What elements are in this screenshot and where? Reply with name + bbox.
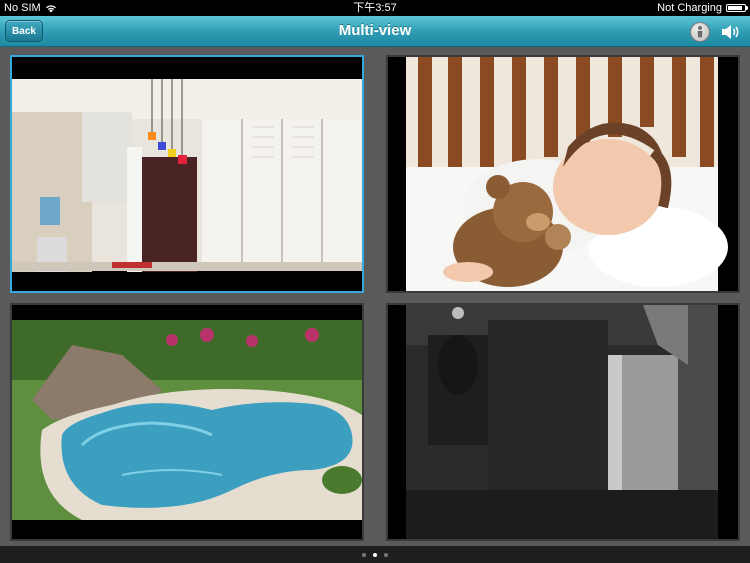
charging-label: Not Charging: [657, 2, 722, 14]
pool-camera-image: [12, 305, 362, 539]
status-right: Not Charging: [657, 0, 748, 16]
page-dot-2[interactable]: [373, 552, 377, 557]
camera-view-4[interactable]: [386, 303, 740, 541]
nav-bar: Back Multi-view: [0, 16, 750, 47]
camera-view-3[interactable]: [10, 303, 364, 541]
battery-icon: [726, 4, 748, 12]
night-camera-image: [388, 305, 738, 539]
camera-view-2[interactable]: [386, 55, 740, 293]
child-camera-image: [388, 57, 738, 291]
page-title: Multi-view: [338, 22, 412, 39]
person-info-icon[interactable]: [690, 22, 710, 42]
camera-view-1[interactable]: [10, 55, 364, 293]
page-dot-3[interactable]: [384, 552, 388, 557]
page-indicator[interactable]: [0, 546, 750, 563]
status-time: 下午3:57: [353, 2, 397, 14]
status-bar: No SIM 下午3:57 Not Charging: [0, 0, 750, 16]
speaker-icon[interactable]: [720, 23, 742, 41]
page-dot-1[interactable]: [362, 552, 366, 557]
kitchen-camera-image: [12, 57, 362, 291]
